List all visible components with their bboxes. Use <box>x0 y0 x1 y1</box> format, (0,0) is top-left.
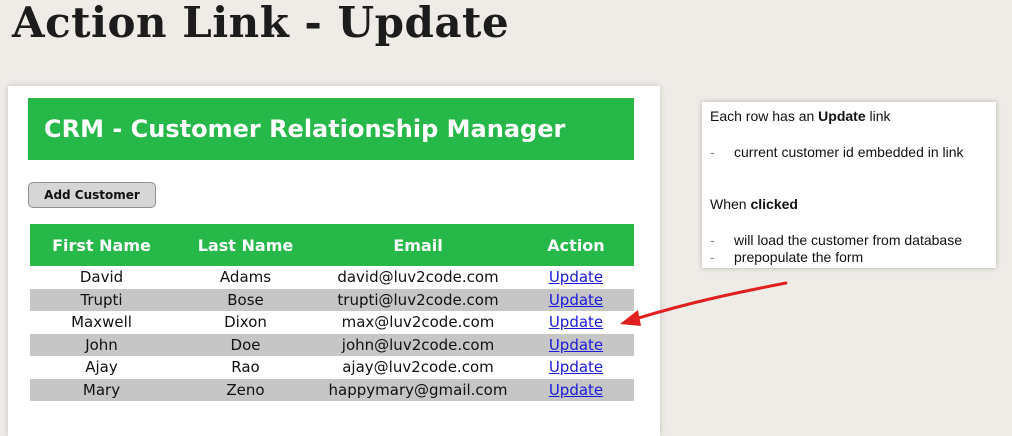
slide-title: Action Link - Update <box>12 0 510 47</box>
first-name-cell: Maxwell <box>30 311 173 334</box>
column-header-action: Action <box>518 224 634 266</box>
update-link[interactable]: Update <box>549 313 603 331</box>
notes-callout: Each row has an Update link - current cu… <box>702 102 996 268</box>
table-row: David Adams david@luv2code.com Update <box>30 266 634 289</box>
customer-table: First Name Last Name Email Action David … <box>30 224 634 401</box>
last-name-cell: Rao <box>173 356 318 379</box>
table-row: Maxwell Dixon max@luv2code.com Update <box>30 311 634 334</box>
note-bullet-prepopulate: prepopulate the form <box>734 249 864 265</box>
update-link[interactable]: Update <box>549 381 603 399</box>
last-name-cell: Doe <box>173 333 318 356</box>
note-line-update-link: Each row has an Update link <box>710 108 891 124</box>
update-link[interactable]: Update <box>549 336 603 354</box>
email-cell: ajay@luv2code.com <box>318 356 518 379</box>
note-bullet-id-embedded: current customer id embedded in link <box>734 144 964 160</box>
first-name-cell: Mary <box>30 378 173 401</box>
note-emphasis-clicked: clicked <box>750 196 798 212</box>
note-emphasis-update: Update <box>818 108 866 124</box>
first-name-cell: John <box>30 333 173 356</box>
app-header: CRM - Customer Relationship Manager <box>28 98 634 160</box>
note-bullet-load-customer: will load the customer from database <box>734 232 962 248</box>
last-name-cell: Dixon <box>173 311 318 334</box>
last-name-cell: Zeno <box>173 378 318 401</box>
column-header-last-name: Last Name <box>173 224 318 266</box>
update-link[interactable]: Update <box>549 291 603 309</box>
last-name-cell: Bose <box>173 288 318 311</box>
column-header-first-name: First Name <box>30 224 173 266</box>
note-line-when-clicked: When clicked <box>710 196 798 212</box>
table-header-row: First Name Last Name Email Action <box>30 224 634 266</box>
email-cell: max@luv2code.com <box>318 311 518 334</box>
first-name-cell: Ajay <box>30 356 173 379</box>
update-link[interactable]: Update <box>549 358 603 376</box>
table-row: Trupti Bose trupti@luv2code.com Update <box>30 288 634 311</box>
email-cell: trupti@luv2code.com <box>318 288 518 311</box>
table-row: Ajay Rao ajay@luv2code.com Update <box>30 356 634 379</box>
last-name-cell: Adams <box>173 266 318 289</box>
table-row: Mary Zeno happymary@gmail.com Update <box>30 378 634 401</box>
first-name-cell: David <box>30 266 173 289</box>
add-customer-button[interactable]: Add Customer <box>28 182 156 208</box>
bullet-dash: - <box>710 232 715 248</box>
email-cell: happymary@gmail.com <box>318 378 518 401</box>
column-header-email: Email <box>318 224 518 266</box>
bullet-dash: - <box>710 249 715 265</box>
first-name-cell: Trupti <box>30 288 173 311</box>
email-cell: david@luv2code.com <box>318 266 518 289</box>
table-row: John Doe john@luv2code.com Update <box>30 333 634 356</box>
crm-app-screenshot: CRM - Customer Relationship Manager Add … <box>8 86 660 436</box>
bullet-dash: - <box>710 144 715 160</box>
email-cell: john@luv2code.com <box>318 333 518 356</box>
update-link[interactable]: Update <box>549 268 603 286</box>
